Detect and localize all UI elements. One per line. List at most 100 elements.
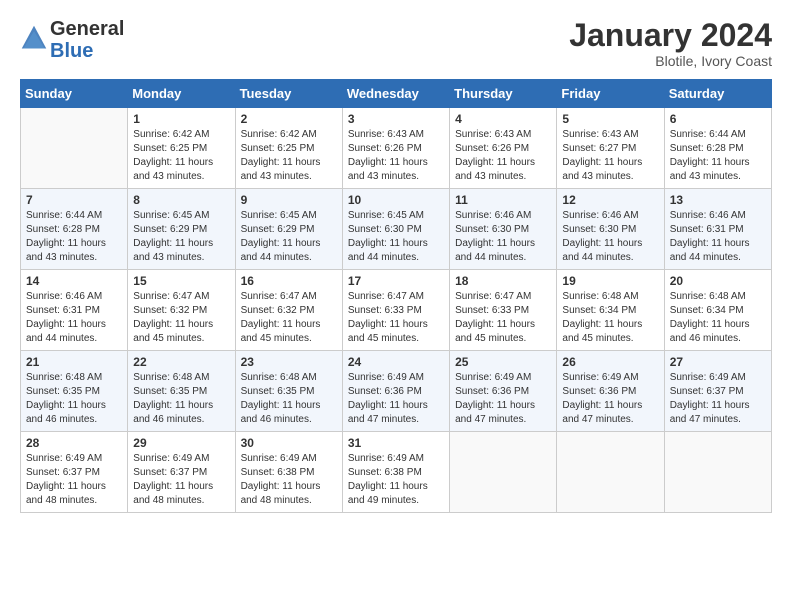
day-number: 10 (348, 193, 445, 207)
weekday-header-thursday: Thursday (450, 80, 557, 108)
calendar-page: General Blue January 2024 Blotile, Ivory… (0, 0, 792, 612)
cell-details: Sunrise: 6:42 AM Sunset: 6:25 PM Dayligh… (133, 128, 230, 184)
weekday-header-wednesday: Wednesday (342, 80, 449, 108)
day-number: 15 (133, 274, 230, 288)
calendar-cell: 4 Sunrise: 6:43 AM Sunset: 6:26 PM Daylig… (450, 108, 557, 189)
week-row-1: 1 Sunrise: 6:42 AM Sunset: 6:25 PM Daylig… (21, 108, 772, 189)
cell-details: Sunrise: 6:49 AM Sunset: 6:38 PM Dayligh… (348, 452, 445, 508)
day-number: 25 (455, 355, 552, 369)
day-number: 14 (26, 274, 123, 288)
day-number: 6 (670, 112, 767, 126)
calendar-cell: 16Sunrise: 6:47 AM Sunset: 6:32 PM Dayli… (235, 270, 342, 351)
calendar-cell: 26Sunrise: 6:49 AM Sunset: 6:36 PM Dayli… (557, 351, 664, 432)
logo-text: General Blue (50, 18, 124, 62)
day-number: 28 (26, 436, 123, 450)
calendar-cell: 15 Sunrise: 6:47 AM Sunset: 6:32 PM Dayli… (128, 270, 235, 351)
cell-details: Sunrise: 6:48 AM Sunset: 6:35 PM Dayligh… (133, 371, 230, 427)
calendar-cell: 19 Sunrise: 6:48 AM Sunset: 6:34 PM Dayli… (557, 270, 664, 351)
calendar-cell: 23 Sunrise: 6:48 AM Sunset: 6:35 PM Dayli… (235, 351, 342, 432)
day-number: 1 (133, 112, 230, 126)
calendar-cell: 24 Sunrise: 6:49 AM Sunset: 6:36 PM Dayli… (342, 351, 449, 432)
day-number: 2 (241, 112, 338, 126)
day-number: 21 (26, 355, 123, 369)
cell-details: Sunrise: 6:47 AM Sunset: 6:33 PM Dayligh… (348, 290, 445, 346)
weekday-header-sunday: Sunday (21, 80, 128, 108)
day-number: 12 (562, 193, 659, 207)
calendar-title: January 2024 (569, 18, 772, 53)
day-number: 23 (241, 355, 338, 369)
cell-details: Sunrise: 6:42 AM Sunset: 6:25 PM Dayligh… (241, 128, 338, 184)
calendar-cell: 20Sunrise: 6:48 AM Sunset: 6:34 PM Dayli… (664, 270, 771, 351)
calendar-cell: 5Sunrise: 6:43 AM Sunset: 6:27 PM Daylig… (557, 108, 664, 189)
day-number: 4 (455, 112, 552, 126)
day-number: 26 (562, 355, 659, 369)
calendar-cell: 25 Sunrise: 6:49 AM Sunset: 6:36 PM Dayli… (450, 351, 557, 432)
day-number: 19 (562, 274, 659, 288)
calendar-cell: 21 Sunrise: 6:48 AM Sunset: 6:35 PM Dayli… (21, 351, 128, 432)
logo-general: General (50, 18, 124, 40)
weekday-header-row: SundayMondayTuesdayWednesdayThursdayFrid… (21, 80, 772, 108)
cell-details: Sunrise: 6:45 AM Sunset: 6:29 PM Dayligh… (241, 209, 338, 265)
calendar-cell: 3Sunrise: 6:43 AM Sunset: 6:26 PM Daylig… (342, 108, 449, 189)
day-number: 7 (26, 193, 123, 207)
weekday-header-saturday: Saturday (664, 80, 771, 108)
calendar-cell: 12 Sunrise: 6:46 AM Sunset: 6:30 PM Dayli… (557, 189, 664, 270)
weekday-header-tuesday: Tuesday (235, 80, 342, 108)
calendar-cell: 8 Sunrise: 6:45 AM Sunset: 6:29 PM Daylig… (128, 189, 235, 270)
logo-blue: Blue (50, 40, 93, 62)
weekday-header-friday: Friday (557, 80, 664, 108)
cell-details: Sunrise: 6:43 AM Sunset: 6:26 PM Dayligh… (455, 128, 552, 184)
calendar-cell (557, 432, 664, 513)
cell-details: Sunrise: 6:48 AM Sunset: 6:35 PM Dayligh… (26, 371, 123, 427)
day-number: 8 (133, 193, 230, 207)
cell-details: Sunrise: 6:47 AM Sunset: 6:32 PM Dayligh… (133, 290, 230, 346)
calendar-cell: 14 Sunrise: 6:46 AM Sunset: 6:31 PM Dayli… (21, 270, 128, 351)
cell-details: Sunrise: 6:46 AM Sunset: 6:30 PM Dayligh… (562, 209, 659, 265)
cell-details: Sunrise: 6:46 AM Sunset: 6:31 PM Dayligh… (26, 290, 123, 346)
logo-icon (20, 24, 48, 52)
cell-details: Sunrise: 6:49 AM Sunset: 6:37 PM Dayligh… (26, 452, 123, 508)
calendar-cell: 22 Sunrise: 6:48 AM Sunset: 6:35 PM Dayli… (128, 351, 235, 432)
day-number: 31 (348, 436, 445, 450)
calendar-cell: 30 Sunrise: 6:49 AM Sunset: 6:38 PM Dayli… (235, 432, 342, 513)
day-number: 17 (348, 274, 445, 288)
cell-details: Sunrise: 6:47 AM Sunset: 6:33 PM Dayligh… (455, 290, 552, 346)
day-number: 16 (241, 274, 338, 288)
day-number: 5 (562, 112, 659, 126)
cell-details: Sunrise: 6:49 AM Sunset: 6:36 PM Dayligh… (348, 371, 445, 427)
day-number: 22 (133, 355, 230, 369)
calendar-cell: 10 Sunrise: 6:45 AM Sunset: 6:30 PM Dayli… (342, 189, 449, 270)
cell-details: Sunrise: 6:46 AM Sunset: 6:30 PM Dayligh… (455, 209, 552, 265)
cell-details: Sunrise: 6:48 AM Sunset: 6:34 PM Dayligh… (562, 290, 659, 346)
cell-details: Sunrise: 6:49 AM Sunset: 6:37 PM Dayligh… (670, 371, 767, 427)
calendar-cell: 11Sunrise: 6:46 AM Sunset: 6:30 PM Dayli… (450, 189, 557, 270)
week-row-5: 28 Sunrise: 6:49 AM Sunset: 6:37 PM Dayli… (21, 432, 772, 513)
calendar-cell (450, 432, 557, 513)
day-number: 29 (133, 436, 230, 450)
header: General Blue January 2024 Blotile, Ivory… (20, 18, 772, 69)
calendar-cell: 2 Sunrise: 6:42 AM Sunset: 6:25 PM Daylig… (235, 108, 342, 189)
calendar-cell: 17 Sunrise: 6:47 AM Sunset: 6:33 PM Dayli… (342, 270, 449, 351)
cell-details: Sunrise: 6:48 AM Sunset: 6:35 PM Dayligh… (241, 371, 338, 427)
week-row-2: 7Sunrise: 6:44 AM Sunset: 6:28 PM Daylig… (21, 189, 772, 270)
calendar-cell: 6 Sunrise: 6:44 AM Sunset: 6:28 PM Daylig… (664, 108, 771, 189)
cell-details: Sunrise: 6:49 AM Sunset: 6:36 PM Dayligh… (455, 371, 552, 427)
cell-details: Sunrise: 6:45 AM Sunset: 6:29 PM Dayligh… (133, 209, 230, 265)
cell-details: Sunrise: 6:46 AM Sunset: 6:31 PM Dayligh… (670, 209, 767, 265)
day-number: 9 (241, 193, 338, 207)
day-number: 30 (241, 436, 338, 450)
calendar-cell: 28 Sunrise: 6:49 AM Sunset: 6:37 PM Dayli… (21, 432, 128, 513)
cell-details: Sunrise: 6:48 AM Sunset: 6:34 PM Dayligh… (670, 290, 767, 346)
cell-details: Sunrise: 6:43 AM Sunset: 6:26 PM Dayligh… (348, 128, 445, 184)
cell-details: Sunrise: 6:49 AM Sunset: 6:37 PM Dayligh… (133, 452, 230, 508)
cell-details: Sunrise: 6:44 AM Sunset: 6:28 PM Dayligh… (670, 128, 767, 184)
title-block: January 2024 Blotile, Ivory Coast (569, 18, 772, 69)
calendar-table: SundayMondayTuesdayWednesdayThursdayFrid… (20, 79, 772, 513)
cell-details: Sunrise: 6:49 AM Sunset: 6:38 PM Dayligh… (241, 452, 338, 508)
week-row-3: 14 Sunrise: 6:46 AM Sunset: 6:31 PM Dayli… (21, 270, 772, 351)
calendar-cell: 31 Sunrise: 6:49 AM Sunset: 6:38 PM Dayli… (342, 432, 449, 513)
day-number: 24 (348, 355, 445, 369)
cell-details: Sunrise: 6:45 AM Sunset: 6:30 PM Dayligh… (348, 209, 445, 265)
calendar-cell: 7Sunrise: 6:44 AM Sunset: 6:28 PM Daylig… (21, 189, 128, 270)
day-number: 27 (670, 355, 767, 369)
